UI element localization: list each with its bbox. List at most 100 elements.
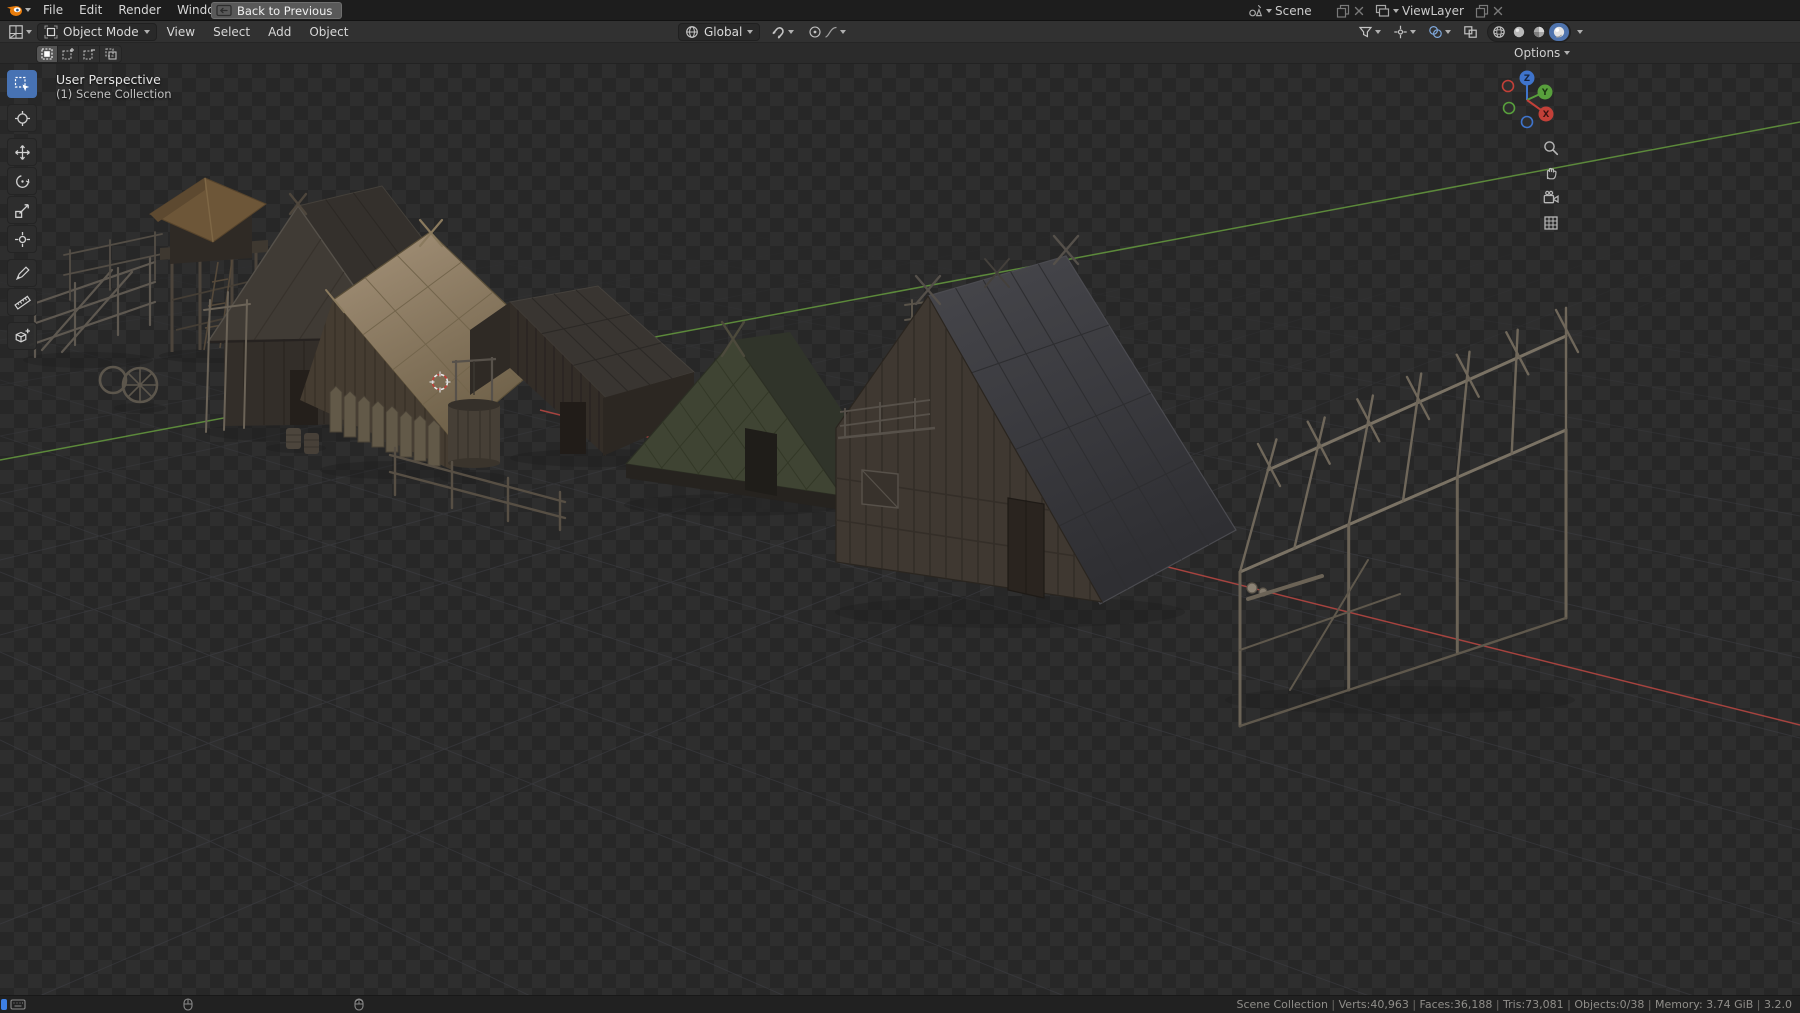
shading-material-preview[interactable] — [1529, 23, 1549, 41]
pan-hand-icon — [1546, 167, 1557, 179]
tool-cursor[interactable] — [7, 104, 37, 132]
scene-name[interactable]: Scene — [1275, 4, 1333, 18]
select-box-icon — [14, 76, 29, 91]
menu-edit[interactable]: Edit — [71, 0, 110, 20]
scene-icon — [1249, 4, 1263, 16]
remove-icon[interactable] — [1492, 5, 1504, 17]
duplicate-icon[interactable] — [1475, 4, 1489, 18]
unlink-icon[interactable] — [1353, 5, 1365, 17]
camera-view-icon — [1543, 190, 1559, 204]
snap-settings-caret[interactable] — [788, 30, 795, 34]
orthographic-grid-icon — [1544, 215, 1558, 230]
scene-selector[interactable]: Scene — [1245, 2, 1368, 20]
viewport-nav-icons — [1539, 136, 1563, 234]
falloff-caret[interactable] — [840, 30, 847, 34]
tool-move[interactable] — [7, 138, 37, 166]
tool-select-box[interactable] — [7, 70, 37, 98]
editor-3d-viewport-icon — [9, 24, 23, 39]
cursor-tool-icon — [14, 110, 30, 126]
overlays-toggle[interactable] — [1425, 23, 1454, 41]
orthographic-toggle-button[interactable] — [1539, 211, 1563, 234]
tool-rotate[interactable] — [7, 167, 37, 195]
chevron-down-icon — [747, 30, 754, 34]
gizmo-neg-y[interactable] — [1502, 101, 1516, 115]
chevron-down-icon — [143, 29, 150, 34]
well — [448, 357, 500, 468]
mode-dropdown[interactable]: Object Mode — [37, 22, 157, 41]
keymap-mouse-drag-icon — [354, 998, 364, 1011]
menu-file[interactable]: File — [35, 0, 71, 20]
xray-toggle[interactable] — [1460, 23, 1481, 41]
select-set-icon — [41, 48, 53, 60]
view-perspective-label: User Perspective — [56, 72, 161, 87]
pan-button[interactable] — [1539, 161, 1563, 184]
camera-view-button[interactable] — [1539, 186, 1563, 209]
tool-annotate[interactable] — [7, 259, 37, 287]
xray-icon — [1464, 26, 1477, 38]
viewport-header: Object Mode View Select Add Object Globa… — [0, 21, 1800, 43]
proportional-editing-toggle[interactable] — [805, 23, 849, 41]
active-collection-label: (1) Scene Collection — [56, 87, 172, 101]
navigation-gizmo[interactable]: Z Y X — [1494, 66, 1560, 132]
scene-timber-frame[interactable] — [1238, 306, 1580, 728]
gizmo-neg-z[interactable] — [1520, 115, 1534, 129]
shading-solid[interactable] — [1509, 23, 1529, 41]
tool-measure[interactable] — [7, 288, 37, 316]
shading-rendered[interactable] — [1549, 23, 1569, 41]
select-mode-extend[interactable] — [58, 46, 79, 62]
stat-verts: Verts:40,963 — [1328, 998, 1409, 1011]
orientation-label: Global — [704, 25, 743, 39]
back-to-previous-button[interactable]: Back to Previous — [211, 2, 343, 19]
viewlayer-name[interactable]: ViewLayer — [1402, 4, 1472, 18]
viewlayer-selector[interactable]: ViewLayer — [1372, 2, 1507, 20]
zoom-button[interactable] — [1539, 136, 1563, 159]
proportional-editing-icon — [809, 26, 821, 38]
viewport-canvas[interactable]: User Perspective (1) Scene Collection Z … — [0, 64, 1800, 995]
tool-transform[interactable] — [7, 225, 37, 253]
material-sphere-icon — [1533, 26, 1545, 38]
back-icon — [216, 4, 232, 17]
chevron-down-icon — [1393, 8, 1399, 13]
menu-select[interactable]: Select — [205, 22, 258, 42]
select-mode-subtract[interactable] — [79, 46, 100, 62]
rotate-icon — [15, 174, 29, 188]
wireframe-sphere-icon — [1493, 26, 1505, 38]
gizmo-x-label: X — [1543, 110, 1550, 120]
scene-render[interactable] — [0, 64, 1800, 995]
shading-dropdown-caret[interactable] — [1577, 30, 1583, 34]
stat-version: 3.2.0 — [1753, 998, 1792, 1011]
statusbar-left-accent — [1, 999, 7, 1010]
stat-tris: Tris:73,081 — [1492, 998, 1563, 1011]
gizmo-neg-x[interactable] — [1501, 79, 1515, 93]
scene-longhouse[interactable] — [835, 234, 1237, 615]
measure-icon — [13, 295, 31, 310]
gizmos-toggle[interactable] — [1390, 23, 1419, 41]
duplicate-icon[interactable] — [1336, 4, 1350, 18]
blender-menu-button[interactable] — [0, 3, 35, 18]
move-icon — [14, 144, 30, 160]
viewport-header-right — [1355, 21, 1583, 43]
viewlayer-icon — [1375, 4, 1390, 17]
options-dropdown[interactable]: Options — [1510, 44, 1574, 62]
tool-shelf — [7, 70, 37, 350]
transform-orientation-dropdown[interactable]: Global — [678, 23, 761, 41]
gizmo-y-label: Y — [1541, 88, 1549, 98]
chevron-down-icon — [1564, 51, 1571, 55]
menu-object[interactable]: Object — [301, 22, 356, 42]
select-mode-intersect[interactable] — [100, 46, 121, 62]
menu-render[interactable]: Render — [110, 0, 169, 20]
object-visibility-dropdown[interactable] — [1355, 23, 1384, 41]
tool-add-cube[interactable] — [7, 322, 37, 350]
select-extend-icon — [62, 48, 74, 60]
snap-toggle[interactable] — [768, 23, 797, 41]
menu-view[interactable]: View — [159, 22, 203, 42]
shading-wireframe[interactable] — [1489, 23, 1509, 41]
editor-type-selector[interactable] — [5, 23, 35, 41]
select-mode-set[interactable] — [37, 46, 58, 62]
shading-mode-switch — [1487, 22, 1571, 42]
stat-faces: Faces:36,188 — [1409, 998, 1493, 1011]
tool-scale[interactable] — [7, 196, 37, 224]
topbar-right-cluster: Scene ViewLayer — [1245, 0, 1507, 21]
menu-add[interactable]: Add — [260, 22, 299, 42]
gizmo-z-label: Z — [1524, 74, 1530, 84]
